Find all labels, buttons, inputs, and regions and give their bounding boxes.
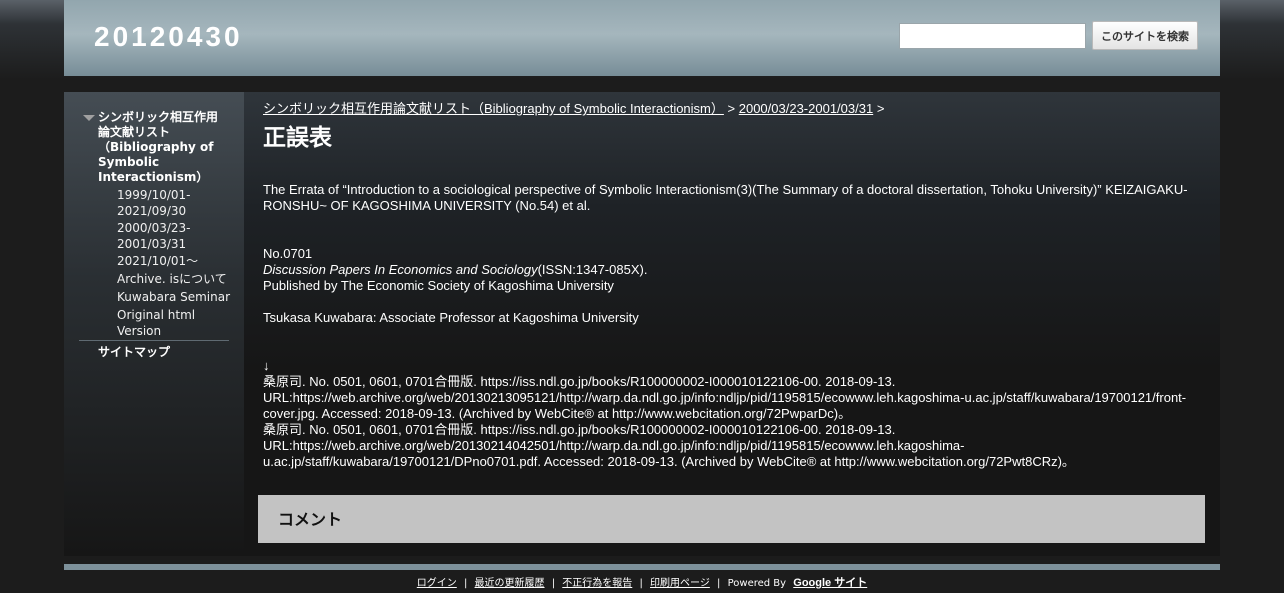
search-input[interactable] [899, 23, 1086, 49]
paper-author: Tsukasa Kuwabara: Associate Professor at… [263, 310, 639, 325]
sidebar-divider [79, 340, 229, 341]
reference-front-cover: 桑原司. No. 0501, 0601, 0701合冊版. https://is… [263, 374, 1187, 421]
breadcrumb-link-bibliography[interactable]: シンボリック相互作用論文献リスト（Bibliography of Symboli… [263, 101, 724, 116]
site-header: 20120430 このサイトを検索 [64, 0, 1220, 76]
footer-powered-by: Powered By [727, 578, 787, 589]
sidebar-subitem[interactable]: Kuwabara Seminar [117, 290, 237, 306]
footer-google-sites-link[interactable]: Google サイト [793, 577, 867, 589]
footer-report-abuse-link[interactable]: 不正行為を報告 [562, 578, 632, 589]
breadcrumb-separator: > [876, 101, 885, 116]
page-title: 正誤表 [263, 125, 332, 151]
paper-number: No.0701 [263, 246, 313, 261]
comment-title: コメント [278, 510, 343, 529]
comment-section: コメント [258, 495, 1205, 543]
footer-separator: | [551, 578, 556, 589]
paper-series: Discussion Papers In Economics and Socio… [263, 262, 1208, 278]
sidebar-subitem[interactable]: Original html Version [117, 308, 237, 339]
breadcrumb-link-date-range[interactable]: 2000/03/23-2001/03/31 [739, 101, 873, 116]
sidebar-item-sitemap[interactable]: サイトマップ [98, 343, 170, 360]
footer-separator: | [639, 578, 643, 589]
site-footer: ログイン | 最近の更新履歴 | 不正行為を報告 | 印刷用ページ | Powe… [0, 574, 1284, 590]
search-button[interactable]: このサイトを検索 [1092, 21, 1198, 50]
sidebar-subitem[interactable]: 2021/10/01～ [117, 254, 237, 270]
footer-separator: | [463, 578, 468, 589]
breadcrumb: シンボリック相互作用論文献リスト（Bibliography of Symboli… [263, 98, 884, 117]
main-content: シンボリック相互作用論文献リスト（Bibliography of Symboli… [244, 92, 1220, 556]
sidebar-item-bibliography[interactable]: シンボリック相互作用論文献リスト（Bibliography of Symboli… [98, 110, 228, 185]
breadcrumb-separator: > [727, 101, 736, 116]
errata-description: The Errata of “Introduction to a sociolo… [263, 182, 1188, 213]
sidebar-subitem[interactable]: 1999/10/01-2021/09/30 [117, 188, 237, 219]
reference-pdf: 桑原司. No. 0501, 0601, 0701合冊版. https://is… [263, 422, 1075, 469]
sidebar-nav: シンボリック相互作用論文献リスト（Bibliography of Symboli… [64, 92, 244, 556]
footer-login-link[interactable]: ログイン [417, 578, 457, 589]
site-title[interactable]: 20120430 [94, 21, 243, 53]
series-name: Discussion Papers In Economics and Socio… [263, 262, 538, 277]
footer-divider [64, 564, 1220, 570]
footer-separator: | [717, 578, 721, 589]
main-container: シンボリック相互作用論文献リスト（Bibliography of Symboli… [64, 92, 1220, 556]
footer-print-page-link[interactable]: 印刷用ページ [650, 578, 710, 589]
paper-publisher: Published by The Economic Society of Kag… [263, 278, 614, 293]
footer-recent-changes-link[interactable]: 最近の更新履歴 [475, 578, 545, 589]
down-arrow: ↓ [263, 358, 270, 373]
sidebar-subitem[interactable]: Archive. isについて [117, 272, 237, 288]
sidebar-subitem[interactable]: 2000/03/23-2001/03/31 [117, 221, 237, 252]
expand-triangle-icon[interactable] [83, 115, 95, 121]
series-issn: (ISSN:1347-085X). [537, 262, 648, 277]
